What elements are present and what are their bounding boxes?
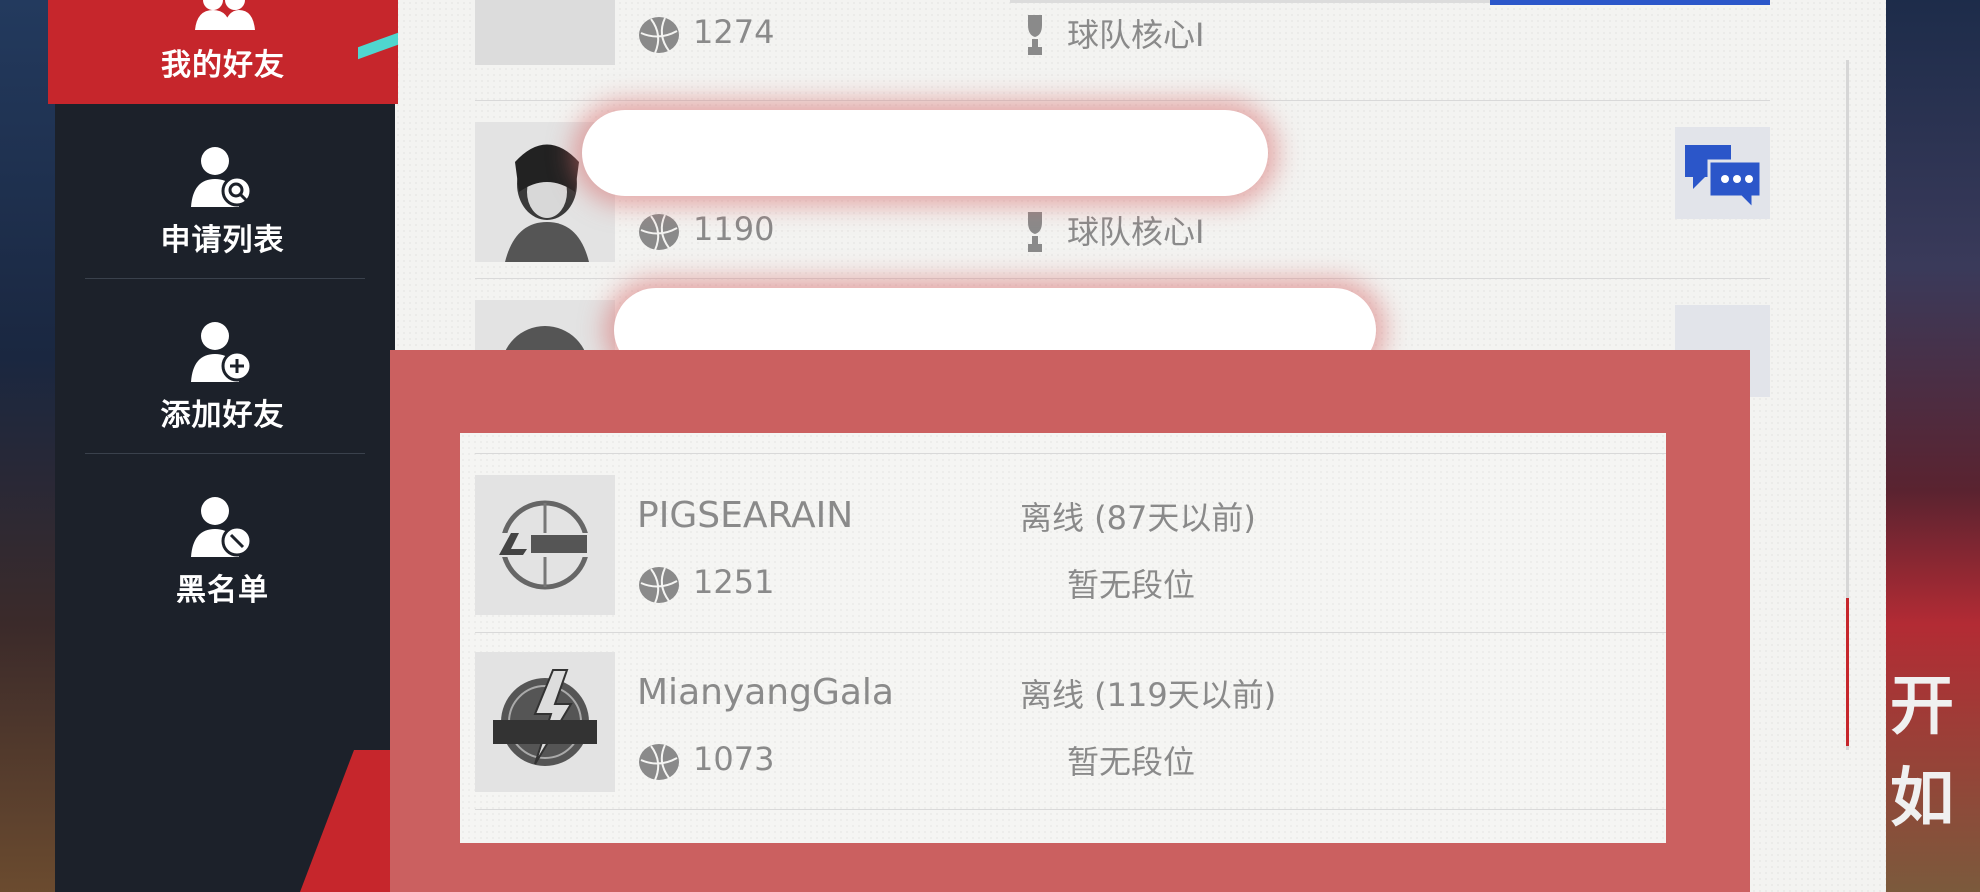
user-search-icon <box>190 147 252 207</box>
sidebar-item-my-friends[interactable]: 我的好友 <box>48 0 398 104</box>
friend-row[interactable]: MianyangGala 1073 离线 (119天以前) 暂无段位 <box>475 632 1666 809</box>
sidebar-item-label: 黑名单 <box>176 573 269 608</box>
highlighted-list: PIGSEARAIN 1251 离线 (87天以前) 暂无段位 Mianyang… <box>460 433 1666 843</box>
basketball-icon <box>639 17 679 54</box>
friend-score: 1073 <box>693 740 775 778</box>
friend-rank: 暂无段位 <box>1067 743 1196 781</box>
friend-name: MianyangGala <box>637 672 894 713</box>
lakers-logo <box>475 475 615 615</box>
row-divider <box>475 809 1666 810</box>
friend-score: 1251 <box>693 563 775 601</box>
background-left <box>0 0 60 892</box>
row-divider <box>475 453 1666 454</box>
row-divider <box>475 278 1770 279</box>
friend-name: PIGSEARAIN <box>637 495 854 536</box>
sidebar-item-add-friend[interactable]: 添加好友 <box>55 320 390 434</box>
friend-status: 离线 (119天以前) <box>1020 676 1277 714</box>
sidebar-divider <box>85 278 365 279</box>
basketball-icon <box>639 214 679 251</box>
row-divider <box>475 100 1770 101</box>
friend-rank: 球队核心I <box>1067 16 1205 54</box>
friend-row[interactable]: PIGSEARAIN 1251 离线 (87天以前) 暂无段位 <box>475 455 1666 632</box>
background-right-text: 开如 <box>1890 670 1954 836</box>
sidebar-divider <box>85 453 365 454</box>
user-add-icon <box>190 322 252 382</box>
sidebar <box>55 0 390 892</box>
sidebar-item-label: 添加好友 <box>160 398 285 433</box>
scrollbar-thumb[interactable] <box>1846 598 1849 746</box>
redaction-mark <box>582 110 1268 196</box>
chat-button[interactable] <box>1675 127 1770 219</box>
player-avatar <box>475 0 615 65</box>
chat-icon <box>1685 145 1763 213</box>
sidebar-item-label: 我的好友 <box>161 48 285 83</box>
sidebar-item-label: 申请列表 <box>160 223 285 258</box>
basketball-icon <box>639 744 679 781</box>
friend-row[interactable]: 1274 球队核心I <box>475 0 1770 82</box>
wade-logo <box>475 652 615 792</box>
friend-status: 离线 (87天以前) <box>1020 499 1256 537</box>
friends-icon <box>195 0 255 30</box>
friend-score: 1190 <box>693 210 775 248</box>
sidebar-item-blacklist[interactable]: 黑名单 <box>55 495 390 609</box>
basketball-icon <box>639 567 679 604</box>
friend-rank: 暂无段位 <box>1067 566 1196 604</box>
friend-score: 1274 <box>693 13 775 51</box>
friend-rank: 球队核心I <box>1067 213 1205 251</box>
sidebar-item-requests[interactable]: 申请列表 <box>55 145 390 259</box>
user-block-icon <box>190 497 252 557</box>
trophy-icon <box>1028 15 1042 55</box>
trophy-icon <box>1028 212 1042 252</box>
